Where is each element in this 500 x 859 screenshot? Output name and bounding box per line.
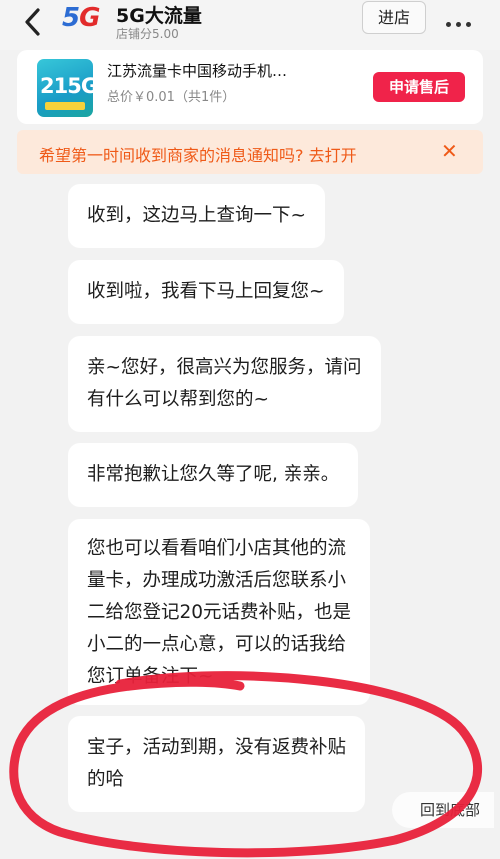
close-icon[interactable]: ✕ [441,139,458,163]
notification-prompt-text[interactable]: 希望第一时间收到商家的消息通知吗? 去打开 [39,142,357,166]
shop-name[interactable]: 5G大流量 [116,1,202,28]
message-bubble[interactable]: 您也可以看看咱们小店其他的流 量卡，办理成功激活后您联系小 二给您登记20元话费… [68,519,371,705]
product-thumbnail[interactable]: 215G [37,59,93,117]
shop-logo[interactable]: 5G [62,3,100,33]
enter-store-button[interactable]: 进店 [362,1,426,34]
message-bubble[interactable]: 亲~您好，很高兴为您服务，请问 有什么可以帮到您的~ [68,336,381,432]
apply-aftersale-button[interactable]: 申请售后 [373,72,465,102]
notification-prompt[interactable]: 希望第一时间收到商家的消息通知吗? 去打开 ✕ [17,130,483,174]
message-bubble[interactable]: 收到，这边马上查询一下~ [68,184,326,248]
more-options-icon[interactable] [446,12,476,27]
order-product-card[interactable]: 215G 江苏流量卡中国移动手机… 总价￥0.01（共1件） 申请售后 [17,50,483,124]
message-bubble[interactable]: 宝子，活动到期，没有返费补贴 的哈 [68,716,366,812]
message-bubble[interactable]: 收到啦，我看下马上回复您~ [68,260,344,324]
shop-score: 店铺分5.00 [116,27,179,41]
scroll-to-bottom-button[interactable]: 回到底部 [392,792,495,828]
chat-header: 5G 5G大流量 店铺分5.00 进店 [0,0,500,50]
product-title[interactable]: 江苏流量卡中国移动手机… [107,60,287,81]
product-price: 总价￥0.01（共1件） [107,90,236,105]
message-bubble[interactable]: 非常抱歉让您久等了呢, 亲亲。 [68,443,359,507]
chevron-left-icon [25,8,40,36]
back-button[interactable] [18,4,48,40]
